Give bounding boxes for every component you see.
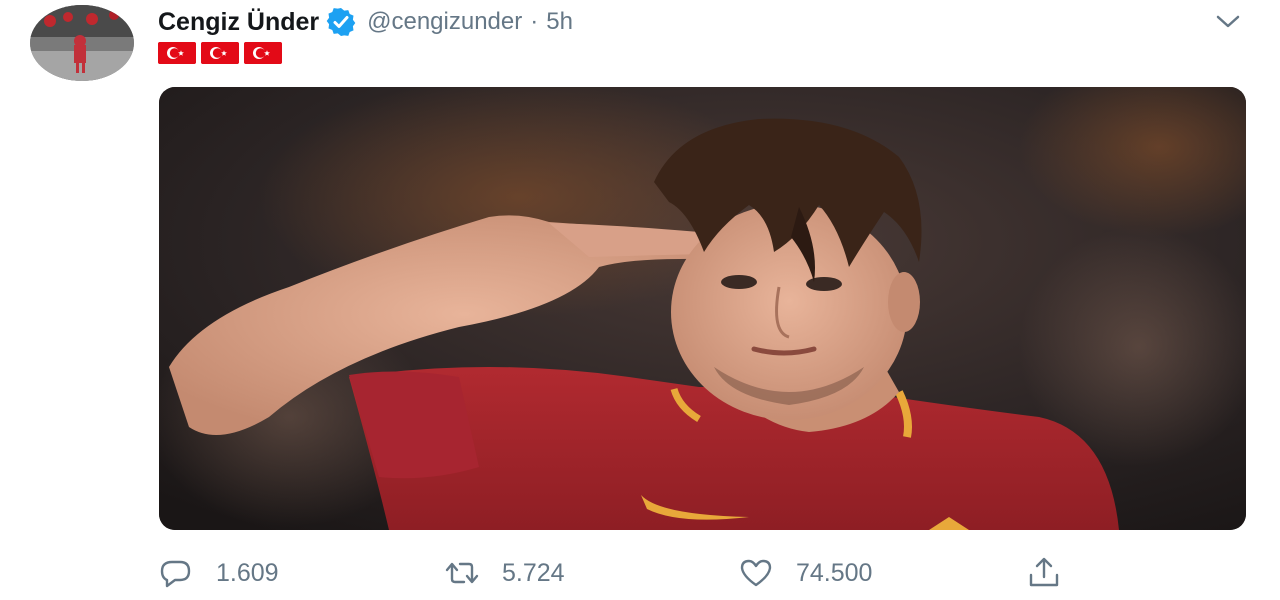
turkish-flag-icon xyxy=(201,42,239,64)
retweet-button[interactable]: 5.724 xyxy=(444,552,565,594)
turkish-flag-icon xyxy=(158,42,196,64)
share-button[interactable] xyxy=(1026,552,1062,594)
like-button[interactable]: 74.500 xyxy=(738,552,872,594)
retweet-icon xyxy=(445,562,479,584)
heart-icon xyxy=(740,559,772,587)
tweet-time[interactable]: 5h xyxy=(546,8,573,36)
user-handle[interactable]: @cengizunder xyxy=(367,8,522,36)
turkish-flag-icon xyxy=(244,42,282,64)
tweet-text xyxy=(158,42,287,64)
reply-count: 1.609 xyxy=(216,558,279,587)
separator: · xyxy=(530,8,539,35)
action-bar: 1.609 5.724 74.500 xyxy=(158,552,1258,594)
tweet-header: Cengiz Ünder @cengizunder · 5h xyxy=(158,6,573,38)
avatar[interactable] xyxy=(30,5,134,81)
retweet-count: 5.724 xyxy=(502,558,565,587)
reply-button[interactable]: 1.609 xyxy=(158,552,279,594)
chevron-down-icon[interactable] xyxy=(1212,10,1244,34)
reply-icon xyxy=(160,560,191,588)
tweet-photo[interactable] xyxy=(159,87,1246,530)
share-icon xyxy=(1029,557,1059,587)
verified-badge-icon xyxy=(325,6,357,38)
like-count: 74.500 xyxy=(796,558,873,587)
football-player-photo xyxy=(159,87,1246,530)
tweet: Cengiz Ünder @cengizunder · 5h 1.609 5.7… xyxy=(0,0,1280,600)
player-avatar-icon xyxy=(30,5,134,81)
display-name[interactable]: Cengiz Ünder xyxy=(158,8,319,37)
